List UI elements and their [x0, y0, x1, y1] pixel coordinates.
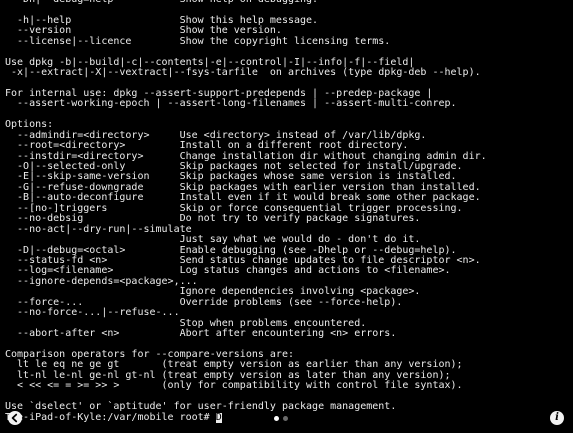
terminal-output[interactable]: -Dh|--debug=help Show help on debugging.…: [5, 0, 569, 423]
back-arrow-icon: [11, 413, 18, 423]
page-dot-active[interactable]: [274, 416, 279, 421]
terminal-line: --abort-after <n> Abort after encounteri…: [5, 328, 397, 339]
back-button[interactable]: [8, 411, 22, 425]
terminal-line: -x|--extract|-X|--vextract|--fsys-tarfil…: [5, 67, 481, 79]
page-indicator[interactable]: [274, 416, 294, 422]
terminal-line: Just say what we would do - don't do it.: [5, 234, 421, 246]
terminal-line: --license|--licence Show the copyright l…: [5, 35, 391, 47]
terminal-line: --no-force-...|--refuse-...: [5, 307, 180, 319]
info-button[interactable]: i: [550, 411, 564, 425]
info-icon: i: [555, 412, 559, 423]
terminal-line: --root=<directory> Install on a differen…: [5, 140, 409, 152]
terminal-line: --assert-working-epoch | --assert-long-f…: [5, 98, 457, 110]
terminal-line: < << <= = >= >> > (only for compatibilit…: [5, 380, 463, 392]
bottom-toolbar: i: [0, 409, 573, 433]
page-dot-inactive[interactable]: [283, 416, 288, 421]
terminal-screen[interactable]: -Dh|--debug=help Show help on debugging.…: [0, 0, 573, 433]
